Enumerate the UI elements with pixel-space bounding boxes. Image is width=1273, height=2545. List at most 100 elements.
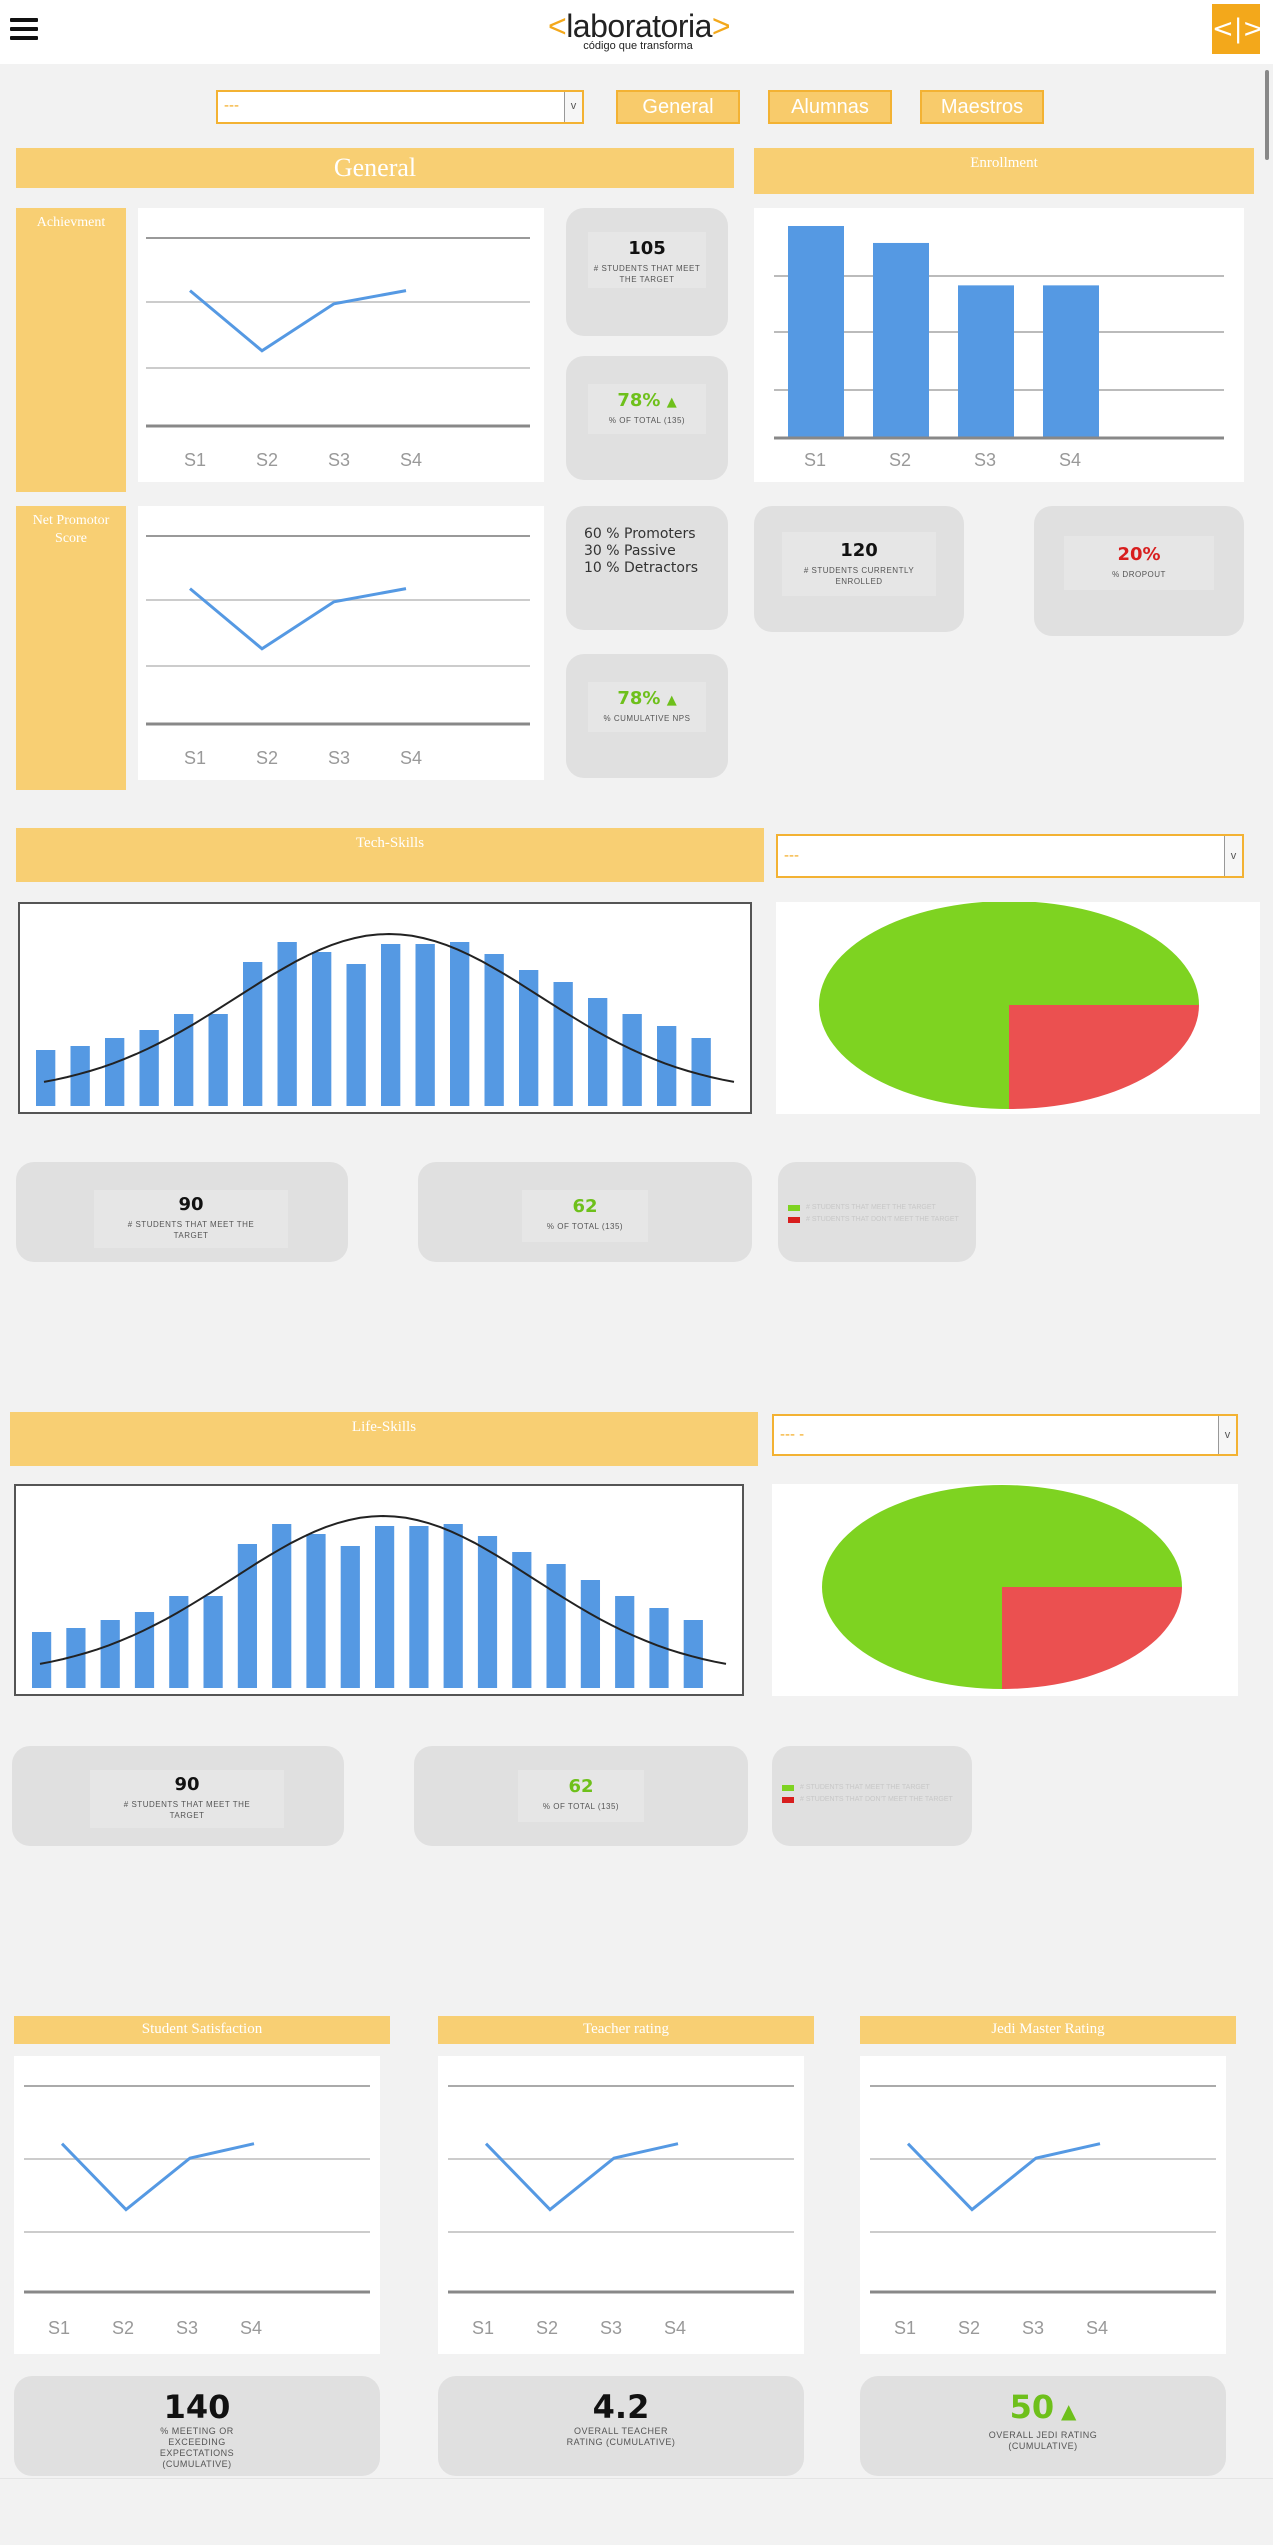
enrollment-title: Enrollment xyxy=(754,148,1254,194)
rating-chart: S1 S2 S3 S4 xyxy=(438,2056,804,2354)
histogram-bar xyxy=(208,1014,228,1106)
axis-tick-label: S3 xyxy=(974,450,996,470)
axis-tick-label: S2 xyxy=(536,2318,558,2338)
histogram-bar xyxy=(139,1030,159,1106)
rating-card: 4.2 OVERALL TEACHER RATING (CUMULATIVE) xyxy=(438,2376,804,2476)
life-skills-select[interactable]: --- -v xyxy=(772,1414,1238,1456)
histogram-bar xyxy=(450,942,470,1106)
axis-tick-label: S2 xyxy=(112,2318,134,2338)
life-legend-not-meet: # STUDENTS THAT DON'T MEET THE TARGET xyxy=(800,1796,953,1803)
footer xyxy=(0,2478,1273,2545)
top-header: <laboratoria> código que transforma <|> xyxy=(0,0,1273,64)
axis-tick-label: S1 xyxy=(48,2318,70,2338)
histogram-bar xyxy=(306,1534,326,1688)
pie-slice-not-meet xyxy=(1002,1587,1182,1689)
chevron-down-icon: v xyxy=(1218,1416,1236,1454)
nps-breakdown-card: 60 % Promoters 30 % Passive 10 % Detract… xyxy=(566,506,728,630)
main-filter-select[interactable]: --- v xyxy=(216,90,584,124)
maestros-button[interactable]: Maestros xyxy=(920,90,1044,124)
nps-detractors: 10 % Detractors xyxy=(584,560,699,576)
arrow-up-icon: ▲ xyxy=(666,395,677,410)
general-title: General xyxy=(16,148,734,188)
chevron-down-icon: v xyxy=(564,92,582,122)
histogram-bar xyxy=(415,944,435,1106)
nps-line xyxy=(189,587,407,651)
nps-passive: 30 % Passive xyxy=(584,543,676,559)
achievement-students-card: 105 # STUDENTS THAT MEET THE TARGET xyxy=(566,208,728,336)
axis-tick-label: S3 xyxy=(600,2318,622,2338)
nps-pct-value: 78% xyxy=(617,688,661,709)
rating-value: 140 xyxy=(163,2388,231,2426)
histogram-bar xyxy=(105,1038,125,1106)
tech-pie-chart xyxy=(776,901,1260,1114)
enrollment-bar xyxy=(788,226,844,438)
rating-value: 4.2 xyxy=(592,2388,650,2426)
life-legend-card: # STUDENTS THAT MEET THE TARGET # STUDEN… xyxy=(772,1746,972,1846)
achievement-pct-value: 78% xyxy=(617,390,661,411)
arrow-up-icon: ▲ xyxy=(1054,2399,1077,2423)
rating-card: 50 ▲ OVERALL JEDI RATING (CUMULATIVE) xyxy=(860,2376,1226,2476)
achievement-line xyxy=(189,289,407,353)
histogram-bar xyxy=(340,1546,360,1688)
life-legend-meet: # STUDENTS THAT MEET THE TARGET xyxy=(800,1784,930,1791)
histogram-bar xyxy=(588,998,608,1106)
axis-tick-label: S3 xyxy=(176,2318,198,2338)
histogram-bar xyxy=(32,1632,52,1688)
rating-line xyxy=(906,2142,1101,2212)
general-button[interactable]: General xyxy=(616,90,740,124)
rating-chart: S1 S2 S3 S4 xyxy=(860,2056,1226,2354)
rating-title: Student Satisfaction xyxy=(14,2016,390,2044)
tech-legend-card: # STUDENTS THAT MEET THE TARGET # STUDEN… xyxy=(778,1162,976,1262)
histogram-bar xyxy=(553,982,573,1106)
histogram-bar xyxy=(134,1612,155,1688)
histogram-bar xyxy=(443,1524,463,1688)
axis-tick-label: S3 xyxy=(1022,2318,1044,2338)
histogram-bar xyxy=(580,1580,601,1688)
histogram-bar xyxy=(174,1014,194,1106)
arrow-up-icon: ▲ xyxy=(666,693,677,708)
menu-icon[interactable] xyxy=(10,18,38,42)
tech-students-label: # STUDENTS THAT MEET THE TARGET xyxy=(127,1220,255,1240)
scrollbar[interactable] xyxy=(1263,64,1273,2524)
nps-label: Net Promotor Score xyxy=(16,506,126,790)
tech-skills-title: Tech-Skills xyxy=(16,828,764,882)
life-pct-value: 62 xyxy=(568,1776,594,1797)
code-button[interactable]: <|> xyxy=(1212,4,1264,54)
tech-students-card: 90 # STUDENTS THAT MEET THE TARGET xyxy=(16,1162,348,1262)
scrollbar-thumb[interactable] xyxy=(1265,70,1269,160)
histogram-bar xyxy=(409,1526,429,1688)
axis-tick-label: S3 xyxy=(328,748,350,768)
histogram-bar xyxy=(36,1050,56,1106)
axis-tick-label: S1 xyxy=(184,748,206,768)
enrollment-bar xyxy=(873,242,929,438)
axis-tick-label: S2 xyxy=(256,748,278,768)
alumnas-button[interactable]: Alumnas xyxy=(768,90,892,124)
nps-pct-label: % CUMULATIVE NPS xyxy=(603,714,691,723)
pie-slice-not-meet xyxy=(1009,1005,1199,1109)
dropout-value: 20% xyxy=(1117,544,1161,565)
tech-skills-select[interactable]: --- v xyxy=(776,834,1244,878)
enrolled-card: 120 # STUDENTS CURRENTLY ENROLLED xyxy=(754,506,964,632)
rating-label: OVERALL TEACHER RATING (CUMULATIVE) xyxy=(566,2426,676,2447)
tech-histogram xyxy=(18,902,752,1114)
nps-chart: S1 S2 S3 S4 xyxy=(138,506,544,780)
tech-pct-card: 62 % OF TOTAL (135) xyxy=(418,1162,752,1262)
life-students-value: 90 xyxy=(174,1774,200,1795)
life-students-label: # STUDENTS THAT MEET THE TARGET xyxy=(123,1800,251,1820)
life-students-card: 90 # STUDENTS THAT MEET THE TARGET xyxy=(12,1746,344,1846)
tech-legend-meet: # STUDENTS THAT MEET THE TARGET xyxy=(806,1204,936,1211)
dropout-card: 20% % DROPOUT xyxy=(1034,506,1244,636)
tech-legend-not-meet: # STUDENTS THAT DON'T MEET THE TARGET xyxy=(806,1216,959,1223)
achievement-pct-card: 78% ▲ % OF TOTAL (135) xyxy=(566,356,728,480)
rating-line xyxy=(60,2142,255,2212)
histogram-bar xyxy=(381,944,401,1106)
histogram-bar xyxy=(477,1536,498,1688)
life-skills-title: Life-Skills xyxy=(10,1412,758,1466)
histogram-bar xyxy=(100,1620,120,1688)
rating-label: OVERALL JEDI RATING (CUMULATIVE) xyxy=(988,2430,1098,2451)
enrolled-value: 120 xyxy=(840,540,878,561)
tech-pct-label: % OF TOTAL (135) xyxy=(546,1222,624,1231)
axis-tick-label: S4 xyxy=(1086,2318,1108,2338)
logo[interactable]: <laboratoria> código que transforma xyxy=(548,8,731,52)
life-pie-chart xyxy=(772,1484,1238,1696)
